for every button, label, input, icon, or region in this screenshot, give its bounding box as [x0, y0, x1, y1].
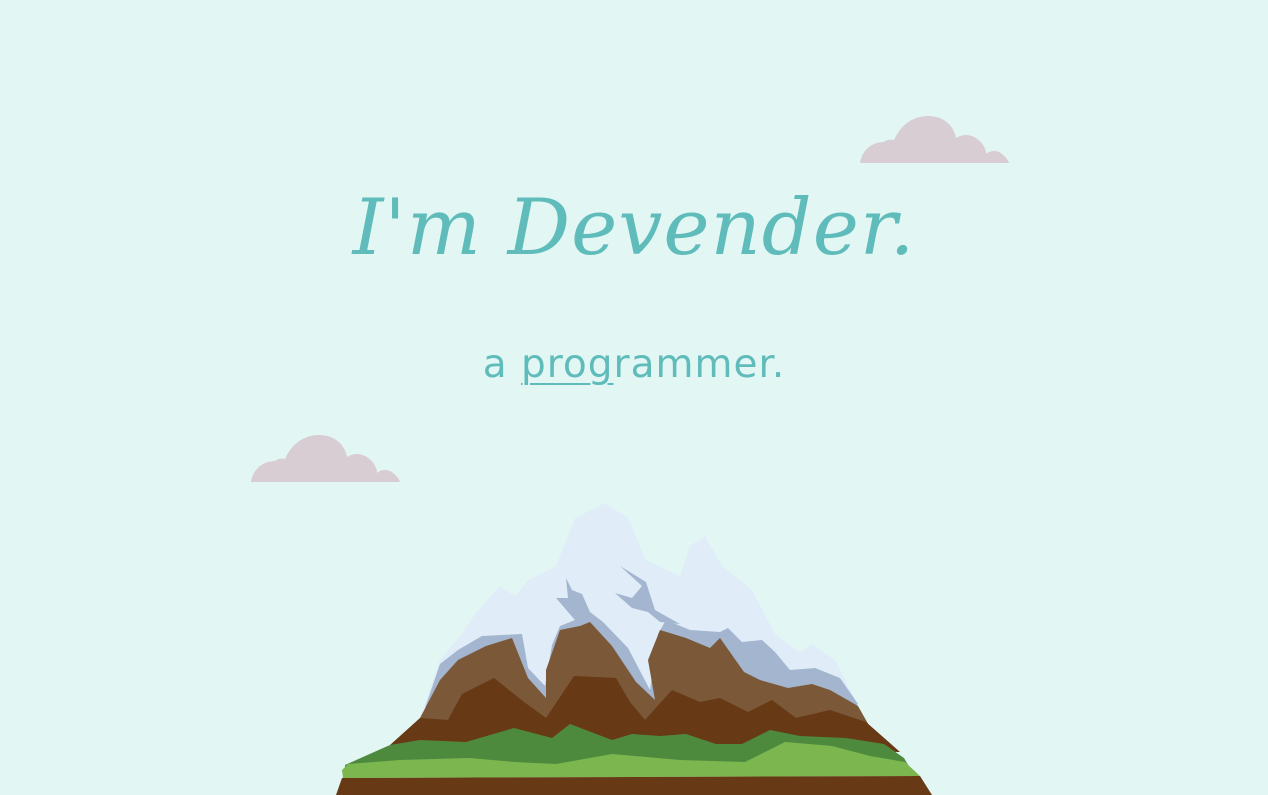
tagline: a programmer. — [0, 340, 1268, 390]
tagline-prefix: a — [482, 342, 521, 387]
cloud-icon — [860, 116, 1009, 163]
hero-title: I'm Devender. — [352, 183, 916, 273]
mountain-illustration — [336, 503, 932, 795]
tagline-suffix: rammer. — [613, 342, 786, 387]
tagline-underlined-word: prog — [520, 342, 614, 387]
landing-page: I'm Devender. a programmer. — [0, 0, 1268, 795]
cloud-icon — [251, 435, 400, 482]
